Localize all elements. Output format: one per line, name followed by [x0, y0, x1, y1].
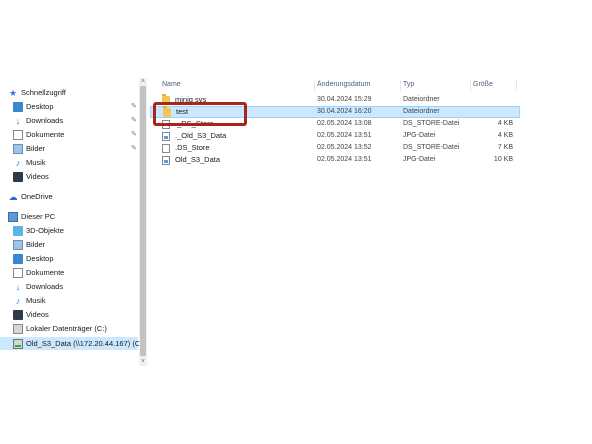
pictures-icon [13, 143, 23, 154]
column-divider[interactable] [470, 80, 471, 91]
nav-item-music[interactable]: ♪ Musik [13, 156, 46, 169]
nav-item-downloads[interactable]: ↓ Downloads [13, 280, 63, 293]
nav-this-pc[interactable]: Dieser PC [8, 210, 55, 223]
file-icon [162, 144, 170, 153]
local-disk-icon [13, 323, 23, 334]
3d-objects-icon [13, 225, 23, 236]
column-divider[interactable] [516, 80, 517, 91]
nav-item-videos[interactable]: Videos [13, 308, 49, 321]
file-row[interactable]: ._Old_S3_Data 02.05.2024 13:51 JPG-Datei… [150, 130, 520, 142]
column-header-type[interactable]: Typ [403, 78, 414, 92]
file-explorer-window: ★ Schnellzugriff Desktop ✎ ↓ Downloads ✎… [0, 72, 592, 372]
desktop-icon [13, 101, 23, 112]
videos-icon [13, 171, 23, 182]
download-icon: ↓ [15, 115, 21, 126]
cloud-icon: ☁ [8, 191, 18, 202]
pictures-icon [13, 239, 23, 250]
quick-access-star-icon: ★ [8, 87, 18, 98]
documents-icon [13, 129, 23, 140]
scrollbar-thumb[interactable] [140, 86, 146, 356]
nav-item-local-disk[interactable]: Lokaler Datenträger (C:) [13, 322, 107, 335]
music-icon: ♪ [15, 157, 21, 168]
nav-item-desktop[interactable]: Desktop [13, 252, 54, 265]
file-row[interactable]: .DS_Store 02.05.2024 13:52 DS_STORE-Date… [150, 142, 520, 154]
nav-item-documents[interactable]: Dokumente [13, 266, 64, 279]
nav-item-desktop[interactable]: Desktop [13, 100, 54, 113]
nav-quick-access[interactable]: ★ Schnellzugriff [8, 86, 66, 99]
navigation-pane: ★ Schnellzugriff Desktop ✎ ↓ Downloads ✎… [0, 72, 150, 364]
column-divider[interactable] [314, 80, 315, 91]
nav-item-pictures[interactable]: Bilder [13, 142, 45, 155]
pin-icon[interactable]: ✎ [131, 131, 137, 139]
desktop-icon [13, 253, 23, 264]
documents-icon [13, 267, 23, 278]
column-header-modified[interactable]: Änderungsdatum [317, 78, 370, 92]
column-headers: Name Änderungsdatum Typ Größe [150, 78, 520, 92]
pin-icon[interactable]: ✎ [131, 117, 137, 125]
nav-scrollbar[interactable]: ˄ ˅ [139, 78, 147, 366]
nav-item-documents[interactable]: Dokumente [13, 128, 64, 141]
column-header-name[interactable]: Name [162, 78, 181, 92]
pin-icon[interactable]: ✎ [131, 145, 137, 153]
nav-item-downloads[interactable]: ↓ Downloads [13, 114, 63, 127]
music-icon: ♪ [15, 295, 21, 306]
nav-item-videos[interactable]: Videos [13, 170, 49, 183]
file-row[interactable]: Old_S3_Data 02.05.2024 13:51 JPG-Datei 1… [150, 154, 520, 166]
pin-icon[interactable]: ✎ [131, 103, 137, 111]
scroll-up-icon[interactable]: ˄ [139, 78, 147, 86]
nav-item-network-drive[interactable]: Old_S3_Data (\\172.20.44.167) (O:) [0, 337, 145, 350]
annotation-highlight-box [153, 102, 247, 126]
scroll-down-icon[interactable]: ˅ [139, 358, 147, 366]
image-file-icon [162, 156, 170, 165]
image-file-icon [162, 132, 170, 141]
nav-item-3d-objects[interactable]: 3D-Objekte [13, 224, 64, 237]
network-drive-icon [13, 338, 23, 349]
computer-icon [8, 211, 18, 222]
nav-item-pictures[interactable]: Bilder [13, 238, 45, 251]
nav-onedrive[interactable]: ☁ OneDrive [8, 190, 53, 203]
column-header-size[interactable]: Größe [473, 78, 493, 92]
download-icon: ↓ [15, 281, 21, 292]
column-divider[interactable] [400, 80, 401, 91]
videos-icon [13, 309, 23, 320]
nav-item-music[interactable]: ♪ Musik [13, 294, 46, 307]
